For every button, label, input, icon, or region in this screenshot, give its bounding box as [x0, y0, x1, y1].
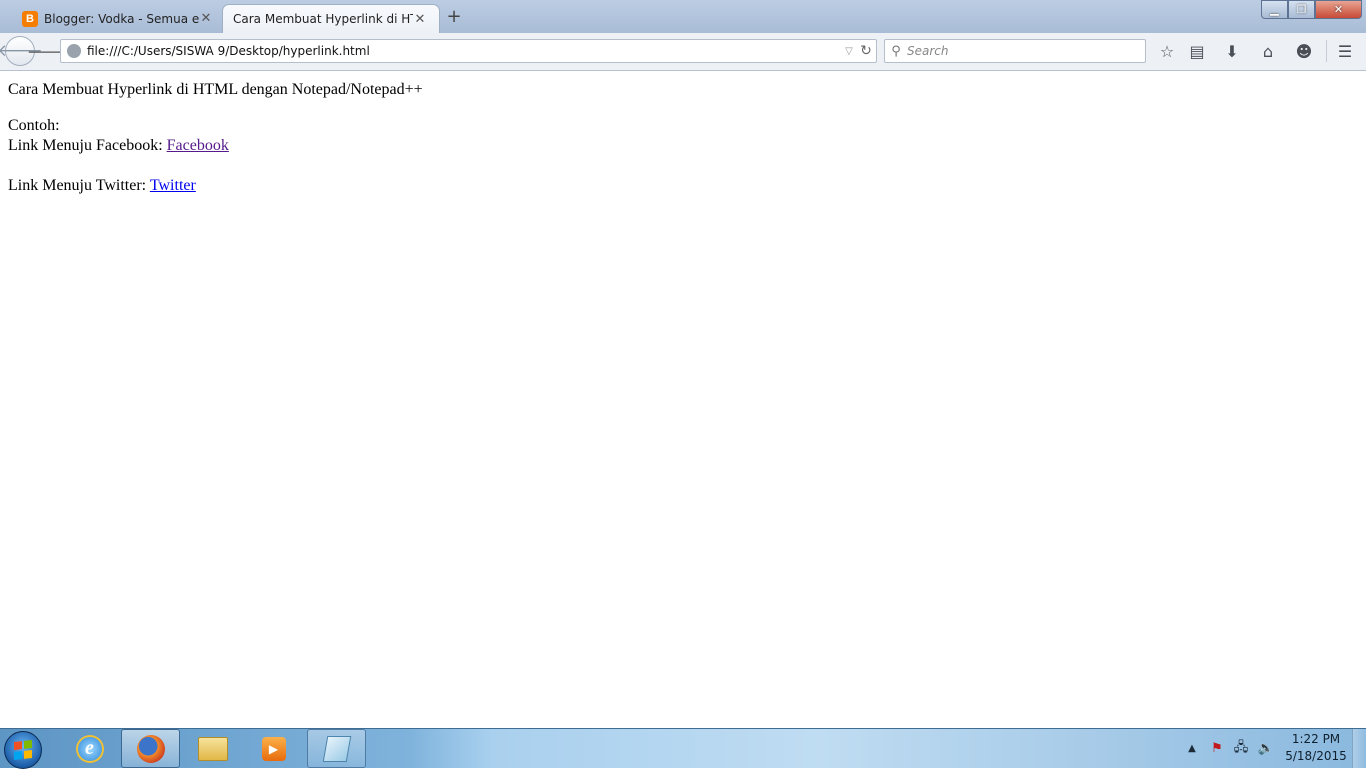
tab-label: Blogger: Vodka - Semua en... — [44, 11, 199, 26]
bookmark-star-icon[interactable]: ☆ — [1156, 41, 1178, 61]
twitter-link[interactable]: Twitter — [150, 177, 196, 194]
facebook-prefix: Link Menuju Facebook: — [8, 137, 163, 154]
search-input[interactable] — [907, 44, 1145, 58]
tab-hyperlink[interactable]: Cara Membuat Hyperlink di HT... ✕ — [222, 4, 440, 33]
volume-icon[interactable]: 🔈 — [1256, 729, 1276, 768]
show-desktop-button[interactable] — [1352, 729, 1366, 768]
download-icon[interactable]: ⬇ — [1221, 41, 1243, 61]
notepad-icon — [322, 735, 351, 762]
address-bar[interactable]: ▽ ↻ — [60, 39, 877, 63]
blogger-icon: B — [22, 10, 38, 27]
taskbar-file-explorer[interactable] — [183, 729, 242, 768]
history-dropdown-icon[interactable]: ▽ — [842, 46, 856, 57]
page-content: Cara Membuat Hyperlink di HTML dengan No… — [0, 71, 1366, 728]
taskbar-firefox[interactable] — [121, 729, 180, 768]
tab-close-icon[interactable]: ✕ — [199, 11, 213, 26]
facebook-link[interactable]: Facebook — [167, 137, 229, 154]
twitter-prefix: Link Menuju Twitter: — [8, 177, 147, 194]
media-player-icon: ▶ — [261, 736, 286, 761]
system-clock[interactable]: 1:22 PM 5/18/2015 — [1282, 731, 1350, 765]
home-icon[interactable]: ⌂ — [1257, 41, 1279, 61]
minimize-icon: ▁ — [1270, 3, 1279, 16]
hello-chat-icon[interactable]: ☻ — [1293, 41, 1315, 61]
example-label: Contoh: — [8, 117, 60, 134]
twitter-line: Link Menuju Twitter: Twitter — [8, 177, 196, 195]
clock-time: 1:22 PM — [1291, 732, 1341, 746]
clock-date: 5/18/2015 — [1285, 749, 1347, 763]
globe-icon — [67, 44, 81, 58]
toolbar-separator — [1326, 40, 1327, 62]
show-hidden-icons-button[interactable]: ▲ — [1185, 729, 1199, 768]
reading-list-icon[interactable]: ▤ — [1186, 41, 1208, 61]
minimize-button[interactable]: ▁ — [1261, 0, 1288, 19]
tab-strip: B Blogger: Vodka - Semua en... ✕ Cara Me… — [0, 0, 1366, 33]
caret-up-icon: ▲ — [1188, 743, 1196, 754]
restore-icon: ❐ — [1296, 3, 1307, 16]
close-window-button[interactable]: ✕ — [1315, 0, 1362, 19]
tab-blogger[interactable]: B Blogger: Vodka - Semua en... ✕ — [12, 4, 225, 33]
new-tab-button[interactable]: + — [444, 6, 464, 27]
action-center-icon[interactable]: ⚑ — [1207, 729, 1227, 768]
facebook-line: Link Menuju Facebook: Facebook — [8, 137, 229, 155]
start-button[interactable] — [4, 731, 42, 769]
tab-close-icon[interactable]: ✕ — [413, 12, 427, 27]
internet-explorer-icon: e — [75, 734, 104, 763]
taskbar-media-player[interactable]: ▶ — [244, 729, 303, 768]
windows-logo-icon — [14, 740, 32, 760]
taskbar-notepad[interactable] — [307, 729, 366, 768]
reload-icon[interactable]: ↻ — [856, 43, 876, 59]
page-heading: Cara Membuat Hyperlink di HTML dengan No… — [8, 81, 423, 98]
close-icon: ✕ — [1333, 3, 1344, 16]
forward-button[interactable]: 🡒 — [27, 41, 67, 61]
navigation-toolbar: 🡐 🡒 ▽ ↻ ⚲ ☆ ▤ ⬇ ⌂ ☻ ☰ — [0, 33, 1366, 71]
restore-button[interactable]: ❐ — [1288, 0, 1315, 19]
search-bar[interactable]: ⚲ — [884, 39, 1146, 63]
search-icon: ⚲ — [891, 43, 901, 59]
menu-icon[interactable]: ☰ — [1334, 41, 1356, 61]
taskbar-internet-explorer[interactable]: e — [60, 729, 119, 768]
network-icon[interactable]: 🖧 — [1231, 729, 1251, 768]
taskbar: e ▶ ▲ ⚑ 🖧 🔈 1:22 PM 5/18/2015 — [0, 728, 1366, 769]
url-input[interactable] — [87, 44, 842, 58]
file-explorer-icon — [197, 736, 228, 761]
firefox-icon — [136, 734, 165, 763]
tab-label: Cara Membuat Hyperlink di HT... — [233, 12, 413, 26]
